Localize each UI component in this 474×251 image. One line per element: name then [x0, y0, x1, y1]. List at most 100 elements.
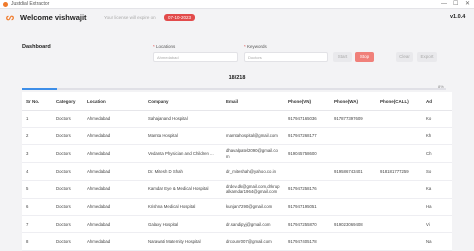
column-header: Sr No.	[22, 92, 52, 111]
table-row[interactable]: 5 Doctors Ahmedabad Kamdar Eye & Medical Ho…	[22, 180, 452, 199]
table-body: 1 Doctors Ahmedabad Sahajanand Hospital 9179…	[22, 110, 452, 251]
table-cell: dhavalpatel2090@gmail.com	[222, 144, 284, 164]
table-row[interactable]: 3 Doctors Ahmedabad Vedanta Physician and C…	[22, 144, 452, 164]
clear-button[interactable]: Clear	[396, 52, 413, 62]
table-cell	[376, 110, 422, 128]
table-cell: Dr. Mitesh D Shah	[144, 162, 222, 181]
table-cell: 917947405178	[284, 232, 330, 251]
table-row[interactable]: 2 Doctors Ahmedabad Mamta Hospital mamtahosp…	[22, 127, 452, 146]
table-cell: Ch	[422, 144, 452, 164]
license-expiry-badge: 07-10-2023	[164, 13, 196, 21]
license-expiry-text: Your license will expire on	[104, 15, 156, 20]
brand-logo-icon: ᔕ	[6, 12, 15, 22]
table-cell: 917947268177	[284, 127, 330, 146]
table-cell: Ahmedabad	[83, 232, 144, 251]
table-row[interactable]: 6 Doctors Ahmedabad Krishna Medical Hospita…	[22, 198, 452, 217]
table-cell: Ahmedabad	[83, 215, 144, 234]
table-cell	[376, 180, 422, 199]
start-button[interactable]: Start	[333, 52, 352, 62]
table-cell: 2	[22, 127, 52, 146]
table-cell	[284, 162, 330, 181]
table-cell: 917947195051	[284, 198, 330, 217]
table-cell	[330, 180, 376, 199]
minimize-button[interactable]: —	[441, 0, 447, 8]
table-cell	[376, 215, 422, 234]
table-cell	[222, 110, 284, 128]
progress-count: 18/218	[228, 75, 246, 81]
table-row[interactable]: 8 Doctors Ahmedabad Narawati Maternity Hosp…	[22, 232, 452, 251]
results-table-container[interactable]: Sr No. Category Location Company Email Phone(…	[22, 92, 452, 251]
locations-label: * Locations	[153, 44, 175, 49]
locations-input[interactable]: Ahmedabad	[153, 52, 238, 62]
table-cell	[330, 144, 376, 164]
table-cell: Ahmedabad	[83, 180, 144, 199]
column-header: Company	[144, 92, 222, 111]
table-cell: Doctors	[52, 127, 83, 146]
table-cell: dr_miteshah@yahoo.co.in	[222, 162, 284, 181]
app-icon	[3, 2, 8, 7]
keywords-input[interactable]: Doctors	[244, 52, 328, 62]
table-cell: 917877397609	[330, 110, 376, 128]
table-cell: Doctors	[52, 180, 83, 199]
table-cell: 917947258176	[284, 180, 330, 199]
table-cell: 7	[22, 215, 52, 234]
table-cell: Ahmedabad	[83, 162, 144, 181]
table-cell: 3	[22, 144, 52, 164]
table-cell: Sahajanand Hospital	[144, 110, 222, 128]
keywords-label-text: Keywords	[247, 44, 267, 49]
maximize-button[interactable]: ☐	[453, 0, 458, 8]
table-cell: Doctors	[52, 198, 83, 217]
dashboard-title: Dashboard	[22, 44, 51, 50]
table-row[interactable]: 7 Doctors Ahmedabad Galaxy Hospital dr.sandi…	[22, 215, 452, 234]
table-cell	[330, 198, 376, 217]
table-cell: Ka	[422, 180, 452, 199]
column-header: Ad	[422, 92, 452, 111]
table-cell: Ahmedabad	[83, 110, 144, 128]
keywords-label: * Keywords	[244, 44, 267, 49]
table-cell: Vedanta Physician and Children ...	[144, 144, 222, 164]
table-cell: Doctors	[52, 232, 83, 251]
table-cell	[330, 127, 376, 146]
stop-button[interactable]: Stop	[355, 52, 374, 62]
table-cell: 917947165036	[284, 110, 330, 128]
table-cell: Doctors	[52, 144, 83, 164]
table-cell: Kh	[422, 127, 452, 146]
table-cell: kunjan7290@gmail.com	[222, 198, 284, 217]
table-cell: 8	[22, 232, 52, 251]
table-cell: 919045758600	[284, 144, 330, 164]
table-cell: 6	[22, 198, 52, 217]
table-cell	[330, 232, 376, 251]
table-cell: 5	[22, 180, 52, 199]
table-cell: 4	[22, 162, 52, 181]
column-header: Phone(CALL)	[376, 92, 422, 111]
column-header: Phone(WA)	[330, 92, 376, 111]
locations-label-text: Locations	[156, 44, 176, 49]
table-row[interactable]: 4 Doctors Ahmedabad Dr. Mitesh D Shah dr_mit…	[22, 162, 452, 181]
table-row[interactable]: 1 Doctors Ahmedabad Sahajanand Hospital 9179…	[22, 110, 452, 128]
table-cell: So	[422, 162, 452, 181]
table-cell: Narawati Maternity Hospital	[144, 232, 222, 251]
table-cell: Na	[422, 232, 452, 251]
table-cell	[376, 232, 422, 251]
window-title: Justdial Extractor	[11, 1, 50, 7]
welcome-heading: Welcome vishwajit	[20, 13, 87, 22]
table-cell: Mamta Hospital	[144, 127, 222, 146]
table-cell: Ahmedabad	[83, 144, 144, 164]
export-button[interactable]: Export	[417, 52, 437, 62]
table-cell: 919023069408	[330, 215, 376, 234]
close-button[interactable]: ✕	[465, 0, 470, 8]
table-cell: Ahmedabad	[83, 198, 144, 217]
table-cell	[376, 198, 422, 217]
column-header: Category	[52, 92, 83, 111]
table-cell: Doctors	[52, 162, 83, 181]
table-cell: dr.sandipyj@gmail.com	[222, 215, 284, 234]
table-cell: Doctors	[52, 110, 83, 128]
table-header-row: Sr No. Category Location Company Email Phone(…	[22, 92, 452, 111]
column-header: Location	[83, 92, 144, 111]
table-cell: Galaxy Hospital	[144, 215, 222, 234]
progress-bar-fill	[22, 88, 58, 90]
table-cell: Doctors	[52, 215, 83, 234]
table-cell	[376, 144, 422, 164]
table-cell: Krishna Medical Hospital	[144, 198, 222, 217]
table-cell: Ahmedabad	[83, 127, 144, 146]
